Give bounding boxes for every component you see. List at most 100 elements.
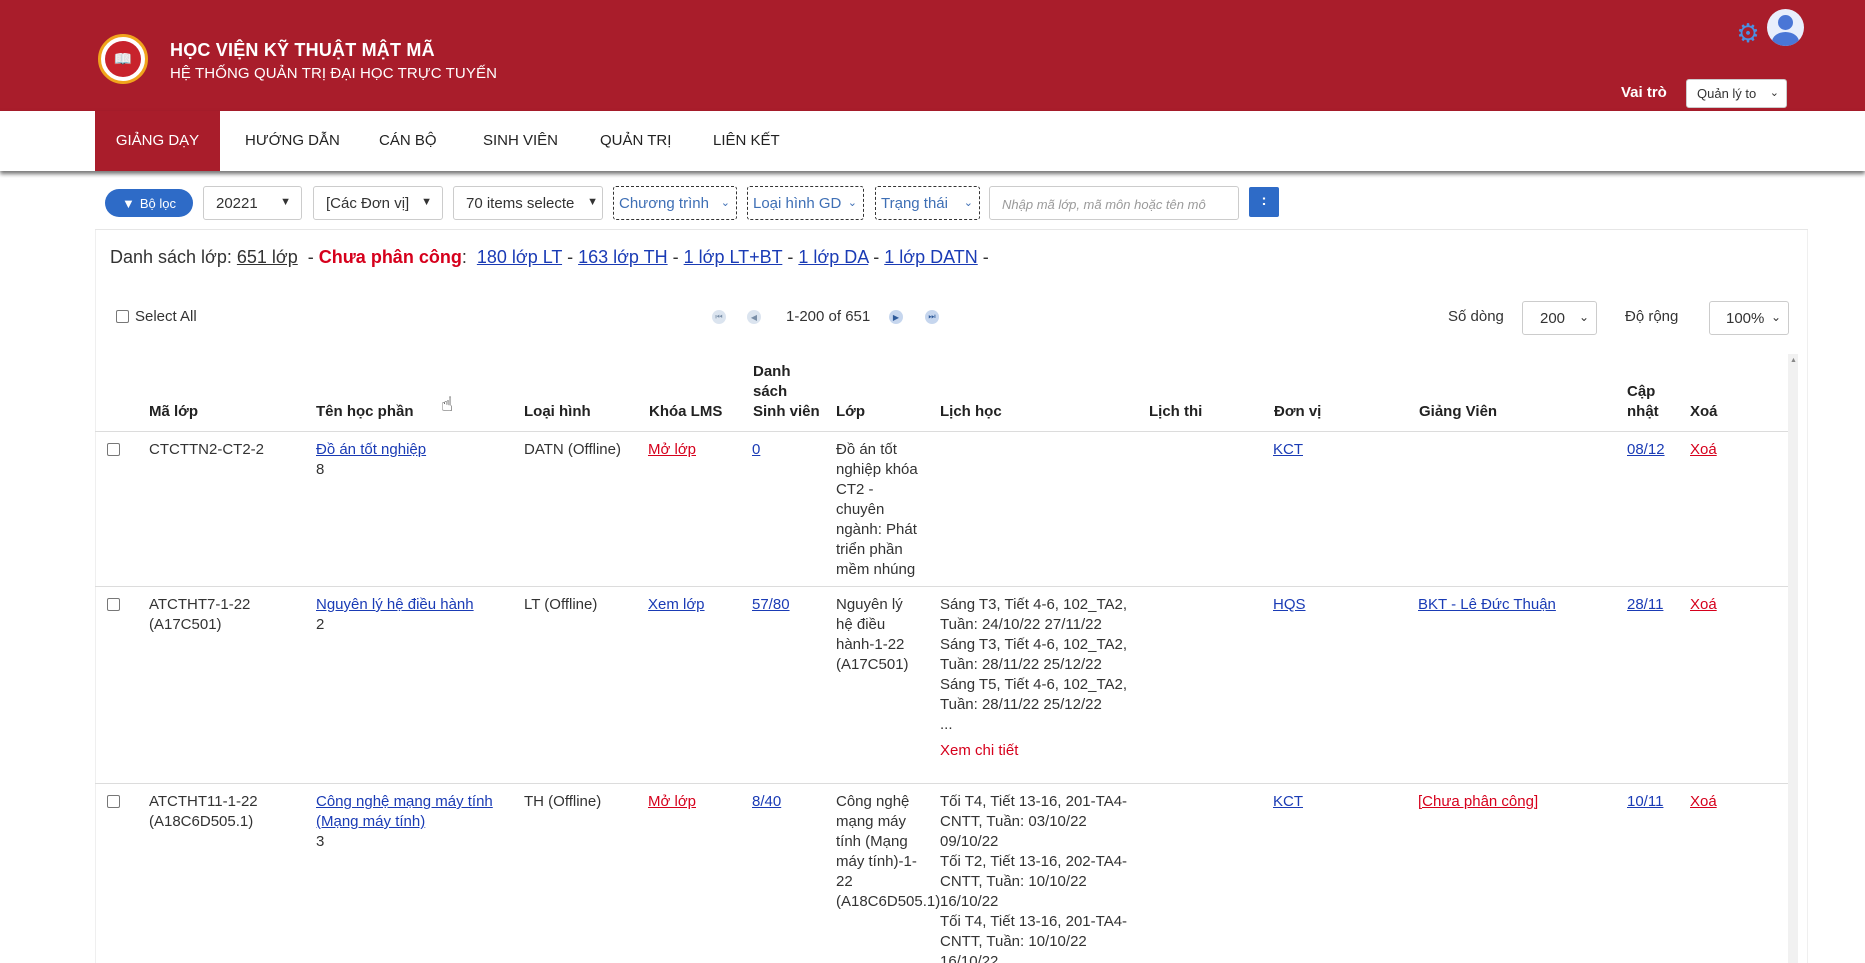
nav-item-sinh-vien[interactable]: SINH VIÊN [483,111,558,171]
view-class-link[interactable]: Xem lớp [648,596,705,613]
schedule-line: CNTT, Tuần: 03/10/22 [940,813,1087,830]
cell-cap-nhat: 08/12 [1627,440,1665,460]
course-link[interactable]: Nguyên lý hệ điều hành [316,596,474,613]
width-select-value: 100% [1726,310,1765,327]
update-link[interactable]: 10/11 [1627,793,1663,810]
nav-item-quan-tri[interactable]: QUẢN TRỊ [600,111,671,171]
col-header-don-vi[interactable]: Đơn vị [1274,402,1321,422]
unassigned-da-link[interactable]: 1 lớp DA [798,247,868,267]
caret-down-icon: ▼ [587,196,598,208]
select-all[interactable]: Select All [116,308,197,325]
filter-icon: ▼ [121,195,135,211]
lecturer-link[interactable]: BKT - Lê Đức Thuận [1418,596,1556,613]
cell-ten-hoc-phan: Công nghệ mạng máy tính (Mạng máy tính) 3 [316,792,493,852]
cell-xoa: Xoá [1690,440,1717,460]
rows-label: Số dòng [1448,308,1504,325]
cell-lop: Công nghệ mạng máy tính (Mạng máy tính)-1- 2… [836,792,940,912]
lop-line: (A18C6D505.1) [836,893,941,910]
schedule-line: CNTT, Tuần: 10/10/22 [940,873,1087,890]
col-header-lop[interactable]: Lớp [836,402,865,422]
cell-ma-lop: ATCTHT7-1-22 (A17C501) [149,595,250,635]
col-header-danh-sach-sv[interactable]: Danh sách Sinh viên [753,362,820,422]
col-header-lich-thi[interactable]: Lịch thi [1149,402,1202,422]
width-select[interactable]: 100% ⌄ [1709,301,1789,335]
row-checkbox[interactable] [107,443,120,456]
schedule-line: Tuần: 24/10/22 27/11/22 [940,616,1102,633]
book-icon: 📖 [105,41,141,77]
unit-link[interactable]: KCT [1273,441,1303,458]
update-link[interactable]: 28/11 [1627,596,1663,613]
delete-link[interactable]: Xoá [1690,596,1717,613]
status-select[interactable]: Trạng thái ⌄ [875,186,980,220]
search-input[interactable]: Nhập mã lớp, mã môn hoặc tên mô [989,186,1239,220]
open-class-link[interactable]: Mở lớp [648,793,696,810]
next-page-icon[interactable]: ▶ [889,310,903,324]
update-link[interactable]: 08/12 [1627,441,1665,458]
user-avatar-icon[interactable] [1767,9,1804,46]
col-header-loai-hinh[interactable]: Loại hình [524,402,591,422]
row-divider [95,783,1788,784]
rows-select[interactable]: 200 ⌄ [1522,301,1597,335]
unit-link[interactable]: HQS [1273,596,1306,613]
scroll-up-icon[interactable]: ▲ [1790,357,1797,364]
term-select[interactable]: 20221 ▼ [203,186,302,220]
credits: 3 [316,833,325,850]
col-header-ma-lop[interactable]: Mã lớp [149,402,198,422]
role-select[interactable]: Quản lý to ⌄ [1686,79,1787,108]
unassigned-lt-link[interactable]: 180 lớp LT [477,247,562,267]
total-classes-link[interactable]: 651 lớp [237,247,298,267]
col-header-ten-hoc-phan[interactable]: Tên học phần [316,402,414,422]
lop-line: ngành: Phát [836,521,917,538]
filter-button[interactable]: ▼ Bộ lọc [105,189,193,217]
table-scrollbar[interactable] [1788,354,1798,963]
last-page-icon[interactable]: ⏭ [925,310,939,324]
course-link[interactable]: Công nghệ mạng máy tính [316,793,493,810]
cell-ds-sv: 8/40 [752,792,781,812]
training-type-select[interactable]: Loại hình GD ⌄ [747,186,864,220]
first-page-icon[interactable]: ⏮ [712,310,726,324]
assign-lecturer-link[interactable]: [Chưa phân công] [1418,793,1538,810]
open-class-link[interactable]: Mở lớp [648,441,696,458]
unassigned-ltbt-link[interactable]: 1 lớp LT+BT [684,247,783,267]
unit-link[interactable]: KCT [1273,793,1303,810]
course-link[interactable]: (Mạng máy tính) [316,813,425,830]
delete-link[interactable]: Xoá [1690,441,1717,458]
schedule-line: Tuần: 28/11/22 25/12/22 [940,696,1102,713]
prev-page-icon[interactable]: ◀ [747,310,761,324]
unassigned-datn-link[interactable]: 1 lớp DATN [884,247,978,267]
student-list-link[interactable]: 8/40 [752,793,781,810]
col-header-lich-hoc[interactable]: Lịch học [940,402,1002,422]
select-all-checkbox[interactable] [116,310,129,323]
header-line: nhật [1627,403,1659,420]
col-header-khoa-lms[interactable]: Khóa LMS [649,402,722,422]
course-link[interactable]: Đồ án tốt nghiệp [316,441,426,458]
nav-item-huong-dan[interactable]: HƯỚNG DẪN [245,111,340,171]
schedule-line: Sáng T5, Tiết 4-6, 102_TA2, [940,676,1128,693]
col-header-giang-vien[interactable]: Giảng Viên [1419,402,1497,422]
student-list-link[interactable]: 57/80 [752,596,790,613]
unassigned-th-link[interactable]: 163 lớp TH [578,247,668,267]
cell-khoa-lms: Mở lớp [648,440,696,460]
row-checkbox[interactable] [107,795,120,808]
unit-select-value: [Các Đơn vị] [326,195,410,212]
more-options-button[interactable]: : [1249,187,1279,217]
schedule-line: 09/10/22 [940,833,999,850]
delete-link[interactable]: Xoá [1690,793,1717,810]
unit-select[interactable]: [Các Đơn vị] ▼ [313,186,443,220]
items-multiselect[interactable]: 70 items selecte ▼ [453,186,603,220]
view-details-link[interactable]: Xem chi tiết [940,741,1127,761]
gear-icon[interactable]: ⚙ [1735,20,1761,46]
program-select[interactable]: Chương trình ⌄ [613,186,737,220]
ma-lop-line: ATCTHT11-1-22 [149,793,258,810]
academy-logo[interactable]: 📖 [98,34,148,84]
col-header-cap-nhat[interactable]: Cập nhật [1627,382,1659,422]
nav-item-lien-ket[interactable]: LIÊN KẾT [713,111,780,171]
nav-item-can-bo[interactable]: CÁN BỘ [379,111,437,171]
separator: - [567,247,574,267]
col-header-xoa[interactable]: Xoá [1690,402,1718,422]
schedule-line: Tối T4, Tiết 13-16, 201-TA4- [940,793,1128,810]
role-select-value: Quản lý to [1697,86,1757,101]
student-list-link[interactable]: 0 [752,441,760,458]
row-checkbox[interactable] [107,598,120,611]
nav-item-giang-day[interactable]: GIẢNG DẠY [95,111,220,171]
